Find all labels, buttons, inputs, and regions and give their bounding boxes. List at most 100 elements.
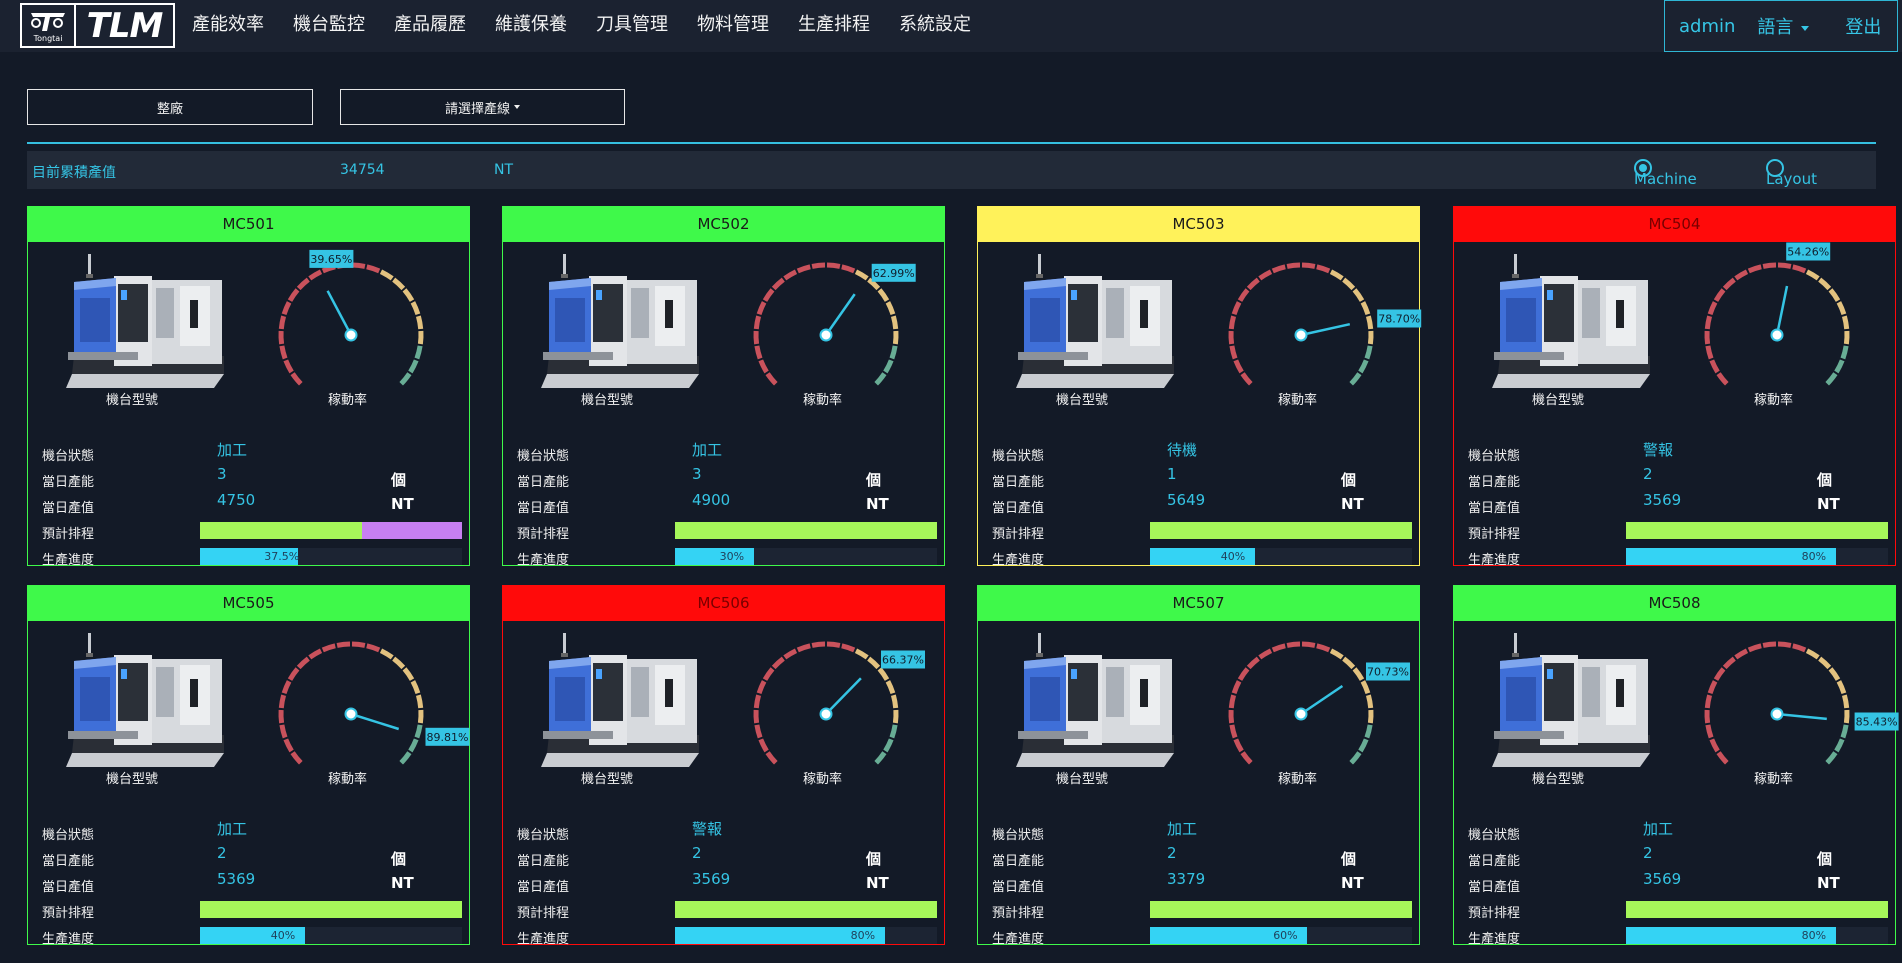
status-value: 加工 (217, 441, 248, 459)
daily-output-row: 當日產能 1 個 (992, 465, 1412, 491)
gauge-segment (281, 301, 292, 316)
daily-output-label: 當日產能 (1468, 475, 1521, 490)
status-row: 機台狀態 待機 (992, 439, 1412, 465)
factory-button[interactable]: 整廠 (27, 89, 313, 125)
gauge-segment (1841, 315, 1850, 330)
daily-value-value: 3569 (1643, 870, 1682, 888)
nav-item-scheduling[interactable]: 生產排程 (798, 12, 870, 38)
progress-bar: 80% (1626, 927, 1888, 944)
machine-card-mc507[interactable]: MC507 機台型號 稼動率 70.73% 機台狀態 加工 當日產能 2 個 當… (977, 585, 1420, 948)
brand-logo[interactable]: Tongtai TLM (20, 3, 175, 48)
gauge-segment (1709, 359, 1720, 374)
gauge-segment (408, 359, 419, 374)
daily-output-row: 當日產能 3 個 (42, 465, 462, 491)
machine-id: MC503 (1172, 215, 1225, 233)
daily-output-value: 3 (217, 465, 227, 483)
gauge-segment (1367, 709, 1374, 724)
schedule-bar-fill (1150, 522, 1412, 539)
progress-percent: 40% (1220, 550, 1246, 563)
machine-model-caption: 機台型號 (581, 393, 634, 408)
machine-card-mc505[interactable]: MC505 機台型號 稼動率 89.81% 機台狀態 加工 當日產能 2 個 當… (27, 585, 470, 947)
schedule-bar-fill (675, 522, 937, 539)
gauge-segment (1316, 643, 1331, 653)
gauge-segment (756, 680, 767, 695)
username-link[interactable]: admin (1679, 16, 1735, 37)
nav-item-efficiency[interactable]: 產能效率 (192, 12, 264, 38)
progress-bar: 40% (1150, 548, 1412, 565)
daily-output-unit: 個 (1817, 850, 1833, 868)
gauge-segment (296, 277, 310, 291)
machine-card-mc503[interactable]: MC503 機台型號 稼動率 78.70% 機台狀態 待機 當日產能 1 個 當… (977, 206, 1422, 569)
daily-value-value: 3379 (1167, 870, 1206, 888)
progress-bar: 80% (675, 927, 937, 944)
gauge-segment (1240, 751, 1253, 765)
gauge-needle (1300, 322, 1351, 337)
logout-link[interactable]: 登出 (1845, 13, 1881, 39)
machine-model-caption: 機台型號 (1532, 393, 1585, 408)
nav-item-history[interactable]: 產品履歷 (394, 12, 466, 38)
gauge-segment (402, 667, 415, 681)
view-radio-layout[interactable]: Layout (1766, 159, 1817, 188)
line-select-dropdown[interactable]: 請選擇產線 (340, 89, 625, 125)
user-menu: admin 語言 登出 (1664, 0, 1898, 52)
machine-model-caption: 機台型號 (1056, 772, 1109, 787)
gauge-segment (1704, 709, 1711, 724)
gauge-arc (1704, 262, 1850, 386)
daily-value-unit: NT (391, 874, 414, 892)
machine-card-mc508[interactable]: MC508 機台型號 稼動率 85.43% 機台狀態 加工 當日產能 2 個 當… (1453, 585, 1899, 947)
gauge-segment (883, 738, 894, 753)
nav-item-maintenance[interactable]: 維護保養 (495, 12, 567, 38)
progress-row: 生產進度 60% (992, 922, 1412, 948)
nav-item-materials[interactable]: 物料管理 (697, 12, 769, 38)
gauge-segment (1360, 680, 1371, 695)
daily-value-value: 5369 (217, 870, 256, 888)
machine-id: MC504 (1648, 215, 1701, 233)
daily-output-value: 2 (692, 844, 702, 862)
progress-row: 生產進度 40% (992, 543, 1412, 569)
gauge-segment (1228, 694, 1237, 709)
machine-card-mc501[interactable]: MC501 機台型號 稼動率 39.65% 機台狀態 加工 當日產能 3 個 當… (27, 206, 470, 568)
gauge-segment (281, 680, 292, 695)
progress-row: 生產進度 80% (517, 922, 937, 948)
daily-value-row: 當日產值 5369 NT (42, 870, 462, 896)
gauge-segment (1762, 262, 1777, 269)
progress-label: 生產進度 (42, 932, 95, 947)
status-label: 機台狀態 (42, 828, 95, 843)
view-radio-machine[interactable]: Machine (1634, 159, 1697, 188)
utilization-gauge: 66.37% (753, 641, 925, 765)
machine-illustration (66, 633, 224, 767)
gauge-segment (796, 264, 811, 274)
daily-output-unit: 個 (1817, 471, 1833, 489)
machine-card-header: MC503 (978, 207, 1419, 242)
gauge-segment (1233, 738, 1244, 753)
gauge-segment (811, 641, 826, 648)
gauge-segment (753, 694, 762, 709)
status-value: 加工 (692, 441, 723, 459)
machine-card-mc504[interactable]: MC504 機台型號 稼動率 54.26% 機台狀態 警報 當日產能 2 個 當… (1453, 206, 1896, 568)
nav-item-tools[interactable]: 刀具管理 (596, 12, 668, 38)
gauge-segment (283, 359, 294, 374)
progress-bar: 40% (200, 927, 462, 944)
gauge-segment (754, 724, 763, 739)
machine-card-mc502[interactable]: MC502 機台型號 稼動率 62.99% 機台狀態 加工 當日產能 3 個 當… (502, 206, 945, 568)
gauge-segment (1705, 345, 1714, 360)
gauge-segment (1301, 641, 1316, 648)
gauge-value-text: 70.73% (1367, 666, 1409, 679)
gauge-segment (1352, 288, 1365, 302)
daily-output-unit: 個 (866, 850, 882, 868)
gauge-segment (765, 372, 778, 386)
summary-value: 34754 (340, 162, 385, 178)
gauge-segment (771, 656, 785, 670)
daily-output-value: 2 (217, 844, 227, 862)
machine-id: MC505 (222, 594, 275, 612)
gauge-value-text: 39.65% (310, 253, 352, 266)
gauge-segment (874, 751, 887, 765)
nav-item-monitor[interactable]: 機台監控 (293, 12, 365, 38)
machine-card-header: MC502 (503, 207, 944, 242)
utilization-gauge: 70.73% (1228, 641, 1410, 765)
language-dropdown[interactable]: 語言 (1757, 13, 1810, 39)
gauge-segment (1360, 301, 1371, 316)
machine-card-mc506[interactable]: MC506 機台型號 稼動率 66.37% 機台狀態 警報 當日產能 2 個 當… (502, 585, 945, 948)
status-row: 機台狀態 警報 (517, 818, 937, 844)
nav-item-settings[interactable]: 系統設定 (899, 12, 971, 38)
